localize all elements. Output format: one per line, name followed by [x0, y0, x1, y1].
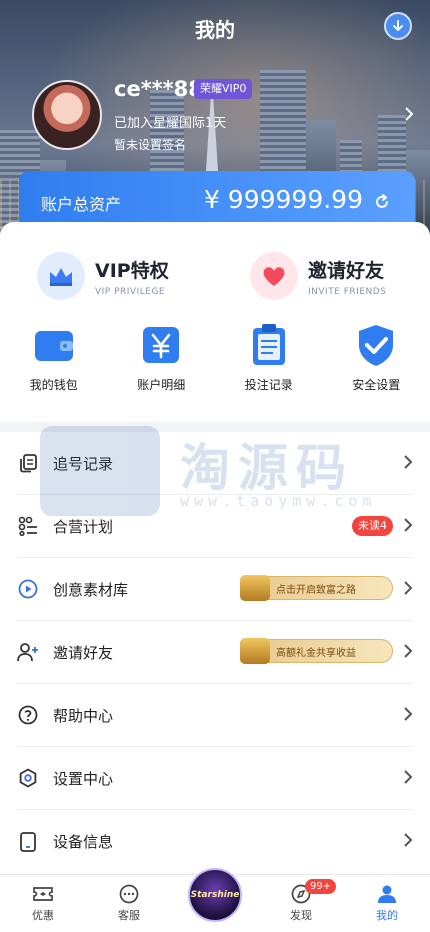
- download-button[interactable]: [384, 12, 412, 40]
- nav-label: 我的: [376, 909, 398, 922]
- chat-icon: [119, 884, 139, 904]
- menu-item-chase-record[interactable]: 追号记录: [17, 432, 413, 495]
- copy-icon: [17, 452, 39, 474]
- chevron-right-icon: [403, 706, 413, 726]
- account-detail-label: 账户明细: [137, 378, 186, 392]
- nav-label: 客服: [118, 909, 140, 922]
- promo-banner[interactable]: 高额礼金共享收益: [240, 638, 393, 664]
- account-detail-button[interactable]: 账户明细: [108, 322, 216, 393]
- menu-item-joint-venture[interactable]: 合营计划 未读4: [17, 495, 413, 558]
- menu-label: 创意素材库: [53, 580, 129, 599]
- nav-customer-service[interactable]: 客服: [86, 875, 172, 932]
- menu-label: 追号记录: [53, 454, 114, 473]
- grid-icon: [17, 515, 39, 537]
- vip-subtitle: VIP PRIVILEGE: [95, 286, 166, 297]
- page-title: 我的: [195, 18, 235, 42]
- chevron-right-icon: [403, 643, 413, 663]
- center-logo-button[interactable]: Starshine: [188, 868, 242, 922]
- signature-text: 暂未设置签名: [114, 138, 187, 152]
- tablet-icon: [17, 831, 39, 853]
- menu-item-creative-library[interactable]: 创意素材库 点击开启致富之路: [17, 558, 413, 621]
- wallet-label: 我的钱包: [29, 378, 78, 392]
- bet-record-label: 投注记录: [244, 378, 293, 392]
- chevron-right-icon: [403, 517, 413, 537]
- menu-item-invite-friends[interactable]: 邀请好友 高额礼金共享收益: [17, 621, 413, 684]
- menu-label: 设置中心: [53, 769, 114, 788]
- section-divider: [0, 422, 430, 432]
- chevron-right-icon: [403, 454, 413, 474]
- nav-discover[interactable]: 发现 99+: [258, 875, 344, 932]
- bottom-nav: 优惠 客服 发现 99+ 我的 Starshine: [0, 868, 430, 932]
- avatar[interactable]: [32, 80, 102, 150]
- notification-badge: 99+: [305, 879, 337, 894]
- profile-chevron-icon[interactable]: [404, 106, 414, 126]
- vip-privilege-button[interactable]: VIP特权 VIP PRIVILEGE: [37, 252, 169, 300]
- asset-value: ¥ 999999.99: [203, 185, 363, 214]
- vip-title: VIP特权: [95, 259, 169, 282]
- chevron-right-icon: [403, 832, 413, 852]
- vip-badge: 荣耀VIP0: [194, 79, 253, 99]
- crown-icon: [37, 252, 85, 300]
- ticket-icon: [33, 887, 53, 901]
- refresh-icon[interactable]: [373, 193, 391, 215]
- person-icon: [378, 885, 396, 903]
- settings-icon: [17, 767, 39, 789]
- user-add-icon: [17, 641, 39, 663]
- bet-record-button[interactable]: 投注记录: [215, 322, 323, 393]
- security-label: 安全设置: [352, 378, 401, 392]
- security-button[interactable]: 安全设置: [323, 322, 430, 393]
- promo-banner-text: 高额礼金共享收益: [276, 647, 356, 659]
- chevron-right-icon: [403, 580, 413, 600]
- download-icon: [393, 20, 403, 31]
- invite-subtitle: INVITE FRIENDS: [308, 286, 387, 297]
- joined-text: 已加入星耀国际1天: [114, 116, 227, 131]
- invite-title: 邀请好友: [308, 259, 385, 282]
- menu-label: 邀请好友: [53, 643, 114, 662]
- nav-label: 优惠: [32, 909, 54, 922]
- center-logo-text: Starshine: [190, 890, 240, 900]
- help-icon: [17, 704, 39, 726]
- main-card: VIP特权 VIP PRIVILEGE 邀请好友 INVITE FRIENDS …: [0, 222, 430, 422]
- chevron-right-icon: [403, 769, 413, 789]
- menu-item-settings-center[interactable]: 设置中心: [17, 747, 413, 810]
- wallet-button[interactable]: 我的钱包: [0, 322, 108, 393]
- yuan-icon: [138, 322, 184, 368]
- wallet-icon: [31, 322, 77, 368]
- shield-check-icon: [353, 322, 399, 368]
- promo-banner[interactable]: 点击开启致富之路: [240, 575, 393, 601]
- menu-label: 帮助中心: [53, 706, 114, 725]
- menu-item-device-info[interactable]: 设备信息: [17, 810, 413, 873]
- nav-promotions[interactable]: 优惠: [0, 875, 86, 932]
- invite-friends-button[interactable]: 邀请好友 INVITE FRIENDS: [250, 252, 386, 300]
- clipboard-icon: [246, 322, 292, 368]
- nav-label: 发现: [290, 909, 312, 922]
- heart-icon: [250, 252, 298, 300]
- asset-label: 账户总资产: [41, 195, 122, 214]
- menu-item-help-center[interactable]: 帮助中心: [17, 684, 413, 747]
- gold-coin-icon: [240, 638, 270, 664]
- menu-label: 合营计划: [53, 517, 114, 536]
- promo-banner-text: 点击开启致富之路: [276, 584, 356, 596]
- username: ce***88: [114, 77, 203, 101]
- gift-box-icon: [240, 575, 270, 601]
- quick-actions: 我的钱包 账户明细 投注记录 安全设置: [0, 322, 430, 393]
- menu-label: 设备信息: [53, 833, 114, 851]
- nav-mine[interactable]: 我的: [344, 875, 430, 932]
- unread-badge: 未读4: [352, 516, 393, 536]
- settings-menu: 追号记录 合营计划 未读4 创意素材库 点击开启致富之路 邀请好友 高额礼金共享…: [0, 432, 430, 873]
- play-icon: [17, 578, 39, 600]
